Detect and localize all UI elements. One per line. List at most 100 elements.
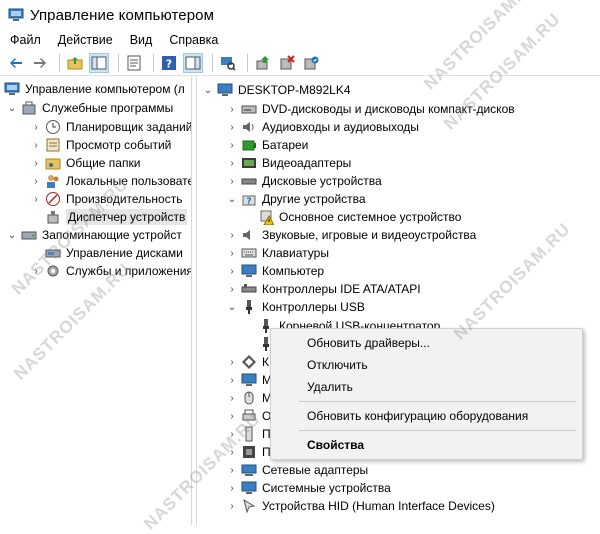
device-category-partial-2[interactable]: › М [226,371,272,389]
update-driver-button[interactable] [253,53,273,73]
cm-separator [299,401,576,402]
device-category-computer[interactable]: › Компьютер [226,262,324,280]
tree-item-task-scheduler[interactable]: › Планировщик заданий [30,118,191,136]
chevron-right-icon[interactable]: › [226,500,238,512]
uninstall-device-icon [280,54,295,69]
tree-item-system-tools[interactable]: ⌄ Служебные программы [6,99,173,117]
chevron-right-icon[interactable]: › [30,157,42,169]
disk-drive-icon [241,173,257,189]
storage-icon [21,227,37,243]
chevron-right-icon[interactable]: › [226,175,238,187]
chevron-right-icon[interactable]: › [226,410,238,422]
event-viewer-icon [45,137,61,153]
chevron-right-icon[interactable]: › [226,392,238,404]
processor-icon [241,444,257,460]
tree-item-storage[interactable]: ⌄ Запоминающие устройст [6,226,182,244]
system-device-icon [241,480,257,496]
chevron-right-icon[interactable]: › [226,356,238,368]
chevron-right-icon[interactable]: › [226,103,238,115]
action-pane-icon [185,56,201,69]
arrow-left-icon [10,57,22,68]
menu-view[interactable]: Вид [130,33,153,47]
tree-item-computer-management[interactable]: Управление компьютером (л [4,80,185,98]
device-category-disk-drives[interactable]: › Дисковые устройства [226,172,381,190]
monitor-icon [241,263,257,279]
toolbar-separator [118,53,119,72]
chevron-right-icon[interactable]: › [226,157,238,169]
help-icon: ? [162,55,176,70]
hid-icon [241,498,257,514]
device-category-ide[interactable]: › Контроллеры IDE ATA/ATAPI [226,280,420,298]
device-category-hid[interactable]: › Устройства HID (Human Interface Device… [226,497,495,515]
folder-up-icon [67,56,83,69]
show-action-pane-button[interactable] [183,52,203,73]
forward-button[interactable] [30,53,50,73]
chevron-down-icon[interactable]: ⌄ [226,301,238,313]
enable-device-button[interactable] [301,53,321,73]
chevron-right-icon[interactable]: › [30,139,42,151]
device-category-partial-3[interactable]: › М [226,389,272,407]
chevron-down-icon[interactable]: ⌄ [6,102,18,114]
menu-action[interactable]: Действие [58,33,113,47]
menu-help[interactable]: Справка [169,33,218,47]
chevron-right-icon[interactable]: › [226,265,238,277]
device-category-batteries[interactable]: › Батареи [226,136,308,154]
back-button[interactable] [6,53,26,73]
properties-button[interactable] [124,53,144,73]
cm-uninstall[interactable]: Удалить [307,378,353,396]
chevron-right-icon[interactable]: › [226,283,238,295]
warning-device-icon [258,209,275,226]
toolbar-separator [153,53,154,72]
cm-disable[interactable]: Отключить [307,356,368,374]
scan-hardware-icon [221,56,236,71]
device-category-network-adapters[interactable]: › Сетевые адаптеры [226,461,368,479]
device-category-video-adapters[interactable]: › Видеоадаптеры [226,154,351,172]
device-category-audio-io[interactable]: › Аудиовходы и аудиовыходы [226,118,419,136]
tree-item-event-viewer[interactable]: › Просмотр событий [30,136,171,154]
device-category-usb[interactable]: ⌄ Контроллеры USB [226,298,365,316]
dvd-drive-icon [241,101,257,117]
chevron-right-icon[interactable]: › [226,374,238,386]
show-hide-tree-button[interactable] [89,52,109,73]
device-category-other-devices[interactable]: ⌄ ? Другие устройства [226,190,366,208]
tools-icon [21,100,37,116]
cm-properties[interactable]: Свойства [307,436,364,454]
keyboard-icon [241,245,257,261]
scan-hardware-button[interactable] [218,53,238,73]
device-category-partial-1[interactable]: › К [226,353,269,371]
device-root[interactable]: ⌄ DESKTOP-M892LK4 [202,81,351,99]
shared-folder-icon [45,155,61,171]
chevron-right-icon[interactable]: › [30,175,42,187]
chevron-right-icon[interactable]: › [226,121,238,133]
cm-scan-hardware[interactable]: Обновить конфигурацию оборудования [307,407,528,425]
cm-separator [299,430,576,431]
tree-item-shared-folders[interactable]: › Общие папки [30,154,140,172]
window-title: Управление компьютером [30,6,215,24]
usb-icon [241,299,257,315]
chevron-right-icon[interactable]: › [226,229,238,241]
chevron-down-icon[interactable]: ⌄ [202,84,214,96]
tree-item-device-manager[interactable]: Диспетчер устройств [45,208,188,226]
menu-file[interactable]: Файл [10,33,41,47]
chevron-right-icon[interactable]: › [30,121,42,133]
uninstall-device-button[interactable] [277,53,297,73]
chevron-right-icon[interactable]: › [226,247,238,259]
chevron-down-icon[interactable]: ⌄ [6,229,18,241]
help-button[interactable]: ? [159,53,179,73]
chevron-right-icon[interactable]: › [226,482,238,494]
toolbar-separator [59,53,60,72]
device-base-system[interactable]: Основное системное устройство [258,208,461,226]
chevron-down-icon[interactable]: ⌄ [226,193,238,205]
chevron-right-icon[interactable]: › [30,193,42,205]
device-category-sound[interactable]: › Звуковые, игровые и видеоустройства [226,226,476,244]
sound-icon [241,227,257,243]
up-folder-button[interactable] [65,53,85,73]
chevron-right-icon[interactable]: › [226,464,238,476]
properties-icon [127,55,141,70]
device-category-keyboards[interactable]: › Клавиатуры [226,244,329,262]
cm-update-drivers[interactable]: Обновить драйверы... [307,334,430,352]
chevron-right-icon[interactable]: › [226,139,238,151]
speaker-icon [241,119,257,135]
device-category-system-devices[interactable]: › Системные устройства [226,479,390,497]
other-devices-icon: ? [241,191,257,207]
